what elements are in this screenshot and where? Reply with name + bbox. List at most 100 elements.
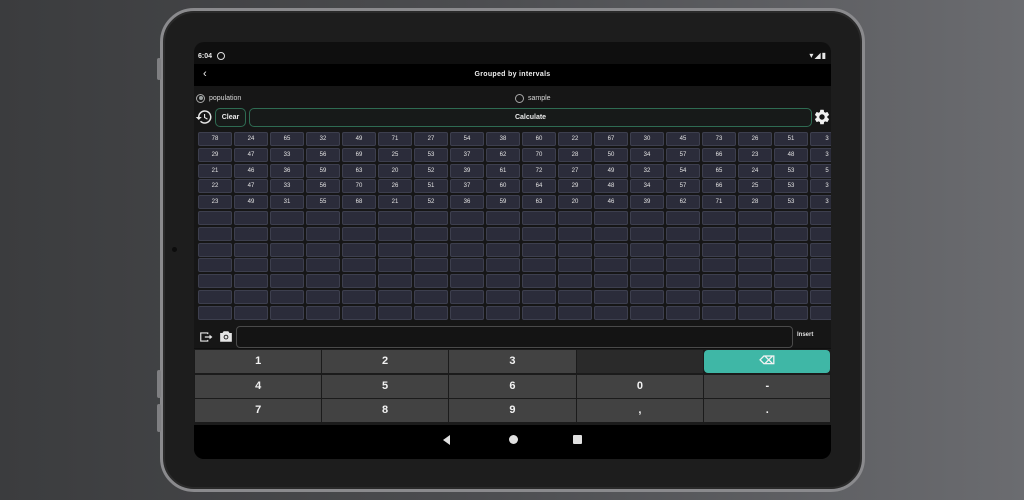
grid-cell[interactable] [234, 258, 268, 273]
grid-cell[interactable]: 34 [630, 179, 664, 194]
grid-cell[interactable]: 36 [450, 195, 484, 210]
grid-cell[interactable] [270, 226, 304, 241]
grid-cell[interactable]: 32 [630, 163, 664, 178]
grid-cell[interactable]: 59 [486, 195, 520, 210]
grid-cell[interactable]: 26 [378, 179, 412, 194]
calculate-button[interactable]: Calculate [249, 108, 812, 127]
grid-cell[interactable]: 28 [738, 195, 772, 210]
grid-cell[interactable]: 54 [666, 163, 700, 178]
grid-cell[interactable]: 53 [774, 195, 808, 210]
grid-cell[interactable] [558, 290, 592, 304]
grid-cell[interactable] [486, 211, 520, 225]
grid-cell[interactable] [342, 258, 376, 273]
camera-icon[interactable] [219, 330, 233, 343]
backspace-key[interactable]: ⌫ [704, 350, 831, 373]
nav-recent-icon[interactable] [573, 435, 582, 444]
grid-cell[interactable] [738, 258, 772, 273]
grid-cell[interactable] [342, 290, 376, 304]
grid-cell[interactable] [450, 274, 484, 289]
grid-cell[interactable] [774, 242, 808, 257]
grid-cell[interactable] [810, 211, 831, 225]
grid-cell[interactable] [270, 274, 304, 289]
grid-cell[interactable]: 63 [522, 195, 556, 210]
grid-cell[interactable] [774, 258, 808, 273]
grid-cell[interactable] [522, 274, 556, 289]
grid-cell[interactable] [306, 242, 340, 257]
grid-cell[interactable]: 38 [486, 132, 520, 146]
grid-cell[interactable] [234, 242, 268, 257]
grid-cell[interactable]: 62 [486, 147, 520, 162]
grid-cell[interactable] [558, 274, 592, 289]
grid-cell[interactable]: 70 [342, 179, 376, 194]
grid-cell[interactable] [306, 258, 340, 273]
grid-cell[interactable] [378, 226, 412, 241]
grid-cell[interactable]: 62 [666, 195, 700, 210]
key-9[interactable]: 9 [449, 399, 576, 422]
grid-cell[interactable]: 23 [198, 195, 232, 210]
grid-cell[interactable] [234, 226, 268, 241]
grid-cell[interactable] [594, 258, 628, 273]
grid-cell[interactable] [198, 290, 232, 304]
grid-cell[interactable] [594, 226, 628, 241]
grid-cell[interactable]: 57 [666, 147, 700, 162]
grid-cell[interactable] [270, 290, 304, 304]
grid-cell[interactable]: 3 [810, 179, 831, 194]
grid-cell[interactable] [774, 305, 808, 320]
grid-cell[interactable]: 3 [810, 195, 831, 210]
grid-cell[interactable] [666, 226, 700, 241]
grid-cell[interactable] [594, 211, 628, 225]
grid-cell[interactable]: 21 [198, 163, 232, 178]
grid-cell[interactable] [450, 226, 484, 241]
grid-cell[interactable] [558, 211, 592, 225]
grid-cell[interactable]: 36 [270, 163, 304, 178]
grid-cell[interactable]: 31 [270, 195, 304, 210]
grid-cell[interactable] [342, 226, 376, 241]
grid-cell[interactable] [630, 226, 664, 241]
grid-cell[interactable] [486, 274, 520, 289]
grid-cell[interactable] [738, 242, 772, 257]
grid-cell[interactable] [666, 274, 700, 289]
grid-cell[interactable] [738, 274, 772, 289]
grid-cell[interactable] [450, 258, 484, 273]
grid-cell[interactable] [702, 258, 736, 273]
grid-cell[interactable] [522, 242, 556, 257]
history-icon[interactable] [195, 108, 213, 126]
grid-cell[interactable] [414, 226, 448, 241]
grid-cell[interactable] [306, 211, 340, 225]
grid-cell[interactable]: 51 [414, 179, 448, 194]
grid-cell[interactable] [198, 211, 232, 225]
grid-cell[interactable]: 70 [522, 147, 556, 162]
key-0[interactable]: 0 [576, 374, 704, 398]
grid-cell[interactable]: 66 [702, 147, 736, 162]
key-2[interactable]: 2 [321, 350, 449, 373]
grid-cell[interactable] [198, 274, 232, 289]
grid-cell[interactable] [270, 211, 304, 225]
grid-cell[interactable] [810, 305, 831, 320]
grid-cell[interactable]: 52 [414, 195, 448, 210]
grid-cell[interactable]: 45 [666, 132, 700, 146]
grid-cell[interactable] [342, 305, 376, 320]
grid-cell[interactable] [702, 211, 736, 225]
grid-cell[interactable]: 65 [702, 163, 736, 178]
grid-cell[interactable] [234, 290, 268, 304]
grid-cell[interactable] [594, 305, 628, 320]
grid-cell[interactable]: 59 [306, 163, 340, 178]
key-1[interactable]: 1 [195, 350, 322, 373]
grid-cell[interactable]: 29 [198, 147, 232, 162]
nav-back-icon[interactable] [443, 435, 450, 445]
grid-cell[interactable]: 27 [558, 163, 592, 178]
grid-cell[interactable] [630, 305, 664, 320]
key-8[interactable]: 8 [321, 399, 449, 422]
grid-cell[interactable]: 63 [342, 163, 376, 178]
grid-cell[interactable] [414, 242, 448, 257]
grid-cell[interactable]: 26 [738, 132, 772, 146]
grid-cell[interactable]: 73 [702, 132, 736, 146]
grid-cell[interactable] [234, 305, 268, 320]
grid-cell[interactable] [558, 242, 592, 257]
grid-cell[interactable] [702, 305, 736, 320]
grid-cell[interactable] [486, 258, 520, 273]
grid-cell[interactable]: 54 [450, 132, 484, 146]
grid-cell[interactable] [378, 242, 412, 257]
grid-cell[interactable] [306, 226, 340, 241]
grid-cell[interactable]: 39 [450, 163, 484, 178]
